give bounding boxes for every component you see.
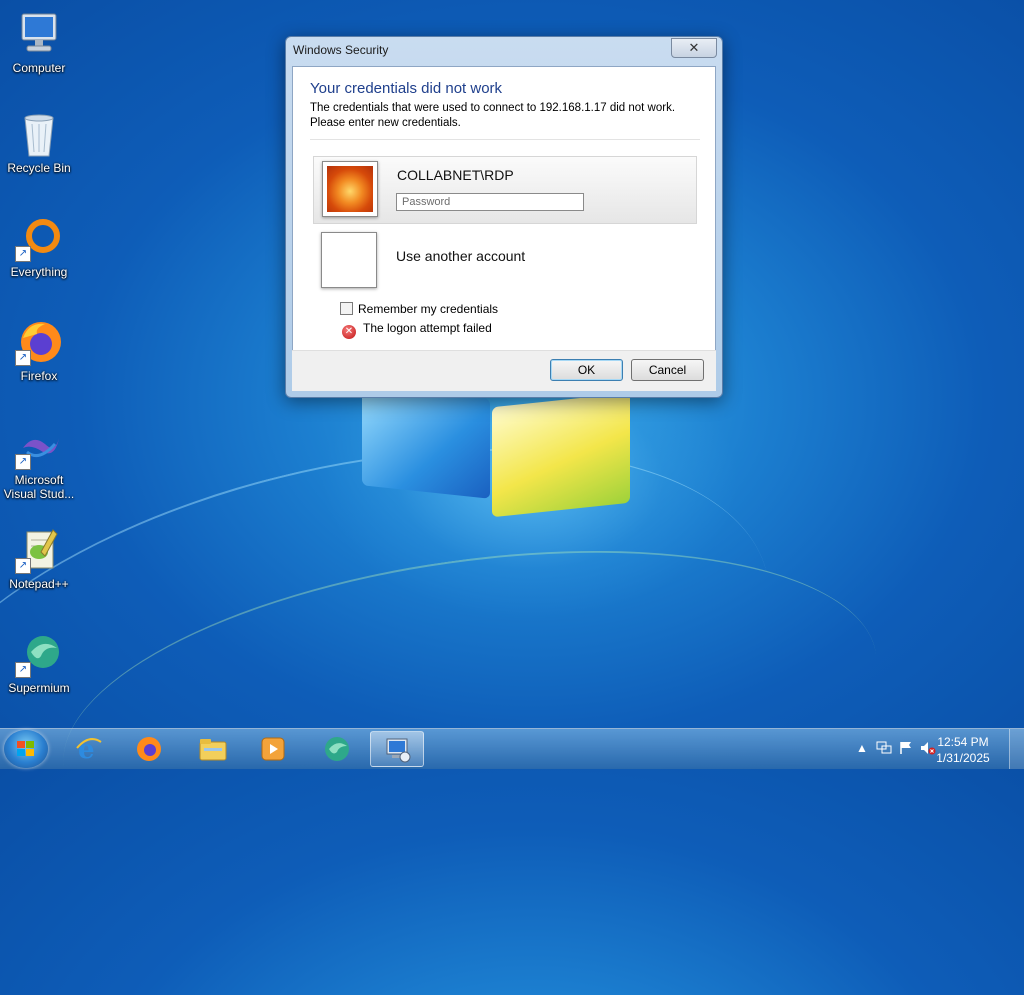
supermium-icon: ↗ <box>15 630 63 678</box>
file-explorer-icon <box>199 739 227 761</box>
shortcut-arrow-icon: ↗ <box>15 558 31 574</box>
notepad-plus-plus-icon: ↗ <box>15 526 63 574</box>
cancel-button[interactable]: Cancel <box>631 359 704 381</box>
media-player-icon <box>261 737 285 761</box>
use-another-account-label: Use another account <box>396 248 526 264</box>
taskbar-remote-desktop[interactable] <box>370 731 424 767</box>
everything-icon: ↗ <box>15 214 63 262</box>
shortcut-arrow-icon: ↗ <box>15 454 31 470</box>
description-line: Please enter new credentials. <box>310 117 461 129</box>
taskbar-supermium[interactable] <box>310 731 364 767</box>
show-hidden-icons-button[interactable]: ▲ <box>854 741 870 755</box>
dialog-content: Your credentials did not work The creden… <box>292 66 716 351</box>
desktop-icon-label: Computer <box>12 61 66 75</box>
account-tile-other[interactable]: Use another account <box>313 228 695 290</box>
remote-desktop-icon <box>386 738 411 763</box>
taskbar-internet-explorer[interactable]: e <box>62 731 116 767</box>
desktop-icon-label: Everything <box>10 265 68 279</box>
dialog-footer: OK Cancel <box>292 350 716 391</box>
shortcut-arrow-icon: ↗ <box>15 662 31 678</box>
desktop-icon-label: Supermium <box>8 681 70 695</box>
desktop-icon-visual-studio[interactable]: ↗ Microsoft Visual Stud... <box>0 422 78 501</box>
desktop-icon-label: Microsoft Visual Stud... <box>3 473 75 501</box>
ok-button[interactable]: OK <box>550 359 623 381</box>
visual-studio-icon: ↗ <box>15 422 63 470</box>
clock[interactable]: 12:54 PM 1/31/2025 <box>928 734 998 766</box>
desktop-icon-label: Notepad++ <box>9 577 69 591</box>
desktop-icon-recycle-bin[interactable]: Recycle Bin <box>0 110 78 175</box>
action-center-flag-icon[interactable] <box>898 741 914 755</box>
desktop-icon-supermium[interactable]: ↗ Supermium <box>0 630 78 695</box>
supermium-icon <box>325 737 349 761</box>
internet-explorer-icon: e <box>76 736 102 762</box>
desktop-icon-computer[interactable]: Computer <box>0 10 78 75</box>
desktop-icon-firefox[interactable]: ↗ Firefox <box>0 318 78 383</box>
taskbar: e ▲ 12:54 PM 1/31/2025 <box>0 728 1024 769</box>
clock-time: 12:54 PM <box>937 735 989 749</box>
network-icon[interactable] <box>876 741 892 755</box>
remember-credentials-label: Remember my credentials <box>358 302 499 316</box>
dialog-heading: Your credentials did not work <box>310 80 503 97</box>
taskbar-media-player[interactable] <box>246 731 300 767</box>
taskbar-file-explorer[interactable] <box>186 731 240 767</box>
divider <box>310 139 700 140</box>
account-name: COLLABNET\RDP <box>397 167 514 183</box>
firefox-icon <box>137 737 161 761</box>
blank-avatar <box>321 232 377 288</box>
flower-picture-icon <box>327 166 373 212</box>
shortcut-arrow-icon: ↗ <box>15 246 31 262</box>
desktop-icon-notepad-plus-plus[interactable]: ↗ Notepad++ <box>0 526 78 591</box>
clock-date: 1/31/2025 <box>936 751 990 765</box>
dialog-description: The credentials that were used to connec… <box>310 101 705 131</box>
password-input[interactable]: Password <box>396 193 584 211</box>
desktop-icon-label: Recycle Bin <box>7 161 71 175</box>
computer-icon <box>15 10 63 58</box>
start-button[interactable] <box>4 730 48 768</box>
error-message: The logon attempt failed <box>363 321 492 335</box>
taskbar-firefox[interactable] <box>122 731 176 767</box>
windows-logo-wallpaper <box>362 385 642 522</box>
desktop-icon-label: Firefox <box>20 369 58 383</box>
description-line: The credentials that were used to connec… <box>310 102 676 114</box>
firefox-icon: ↗ <box>15 318 63 366</box>
remember-credentials-checkbox[interactable] <box>340 302 353 315</box>
shortcut-arrow-icon: ↗ <box>15 350 31 366</box>
windows-security-dialog: Windows Security ✕ Your credentials did … <box>285 36 723 398</box>
account-tile-selected[interactable]: COLLABNET\RDP Password <box>313 156 697 224</box>
show-desktop-button[interactable] <box>1009 729 1024 769</box>
error-icon: ✕ <box>342 325 356 339</box>
system-tray: ▲ 12:54 PM 1/31/2025 <box>834 729 1024 769</box>
remember-credentials-row[interactable]: Remember my credentials <box>340 302 498 316</box>
close-button[interactable]: ✕ <box>671 38 717 58</box>
error-message-row: ✕ The logon attempt failed <box>342 321 492 339</box>
user-avatar <box>322 161 378 217</box>
recycle-bin-icon <box>15 110 63 158</box>
dialog-title: Windows Security <box>293 43 389 57</box>
close-icon: ✕ <box>688 40 700 55</box>
windows-logo-icon <box>17 741 35 757</box>
desktop-icon-everything[interactable]: ↗ Everything <box>0 214 78 279</box>
